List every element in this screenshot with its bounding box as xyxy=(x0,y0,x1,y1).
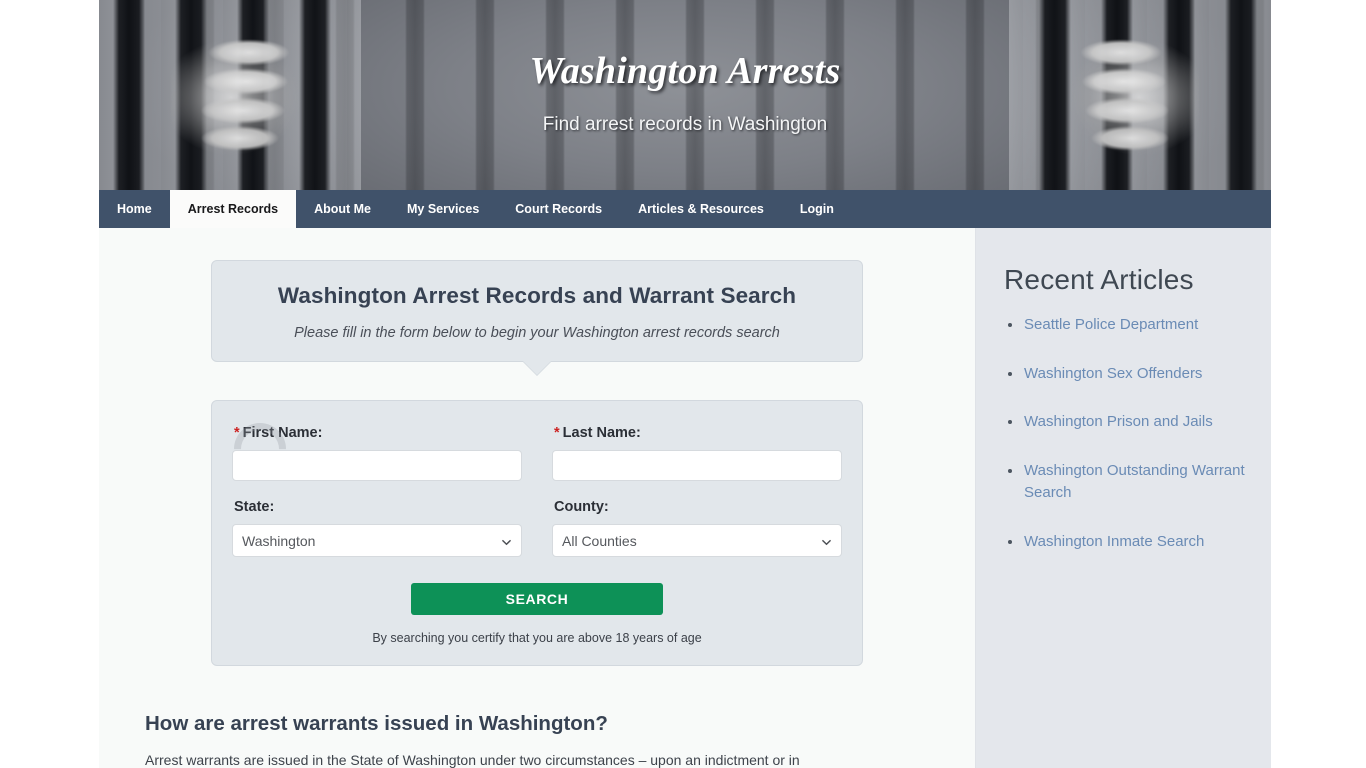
banner-text-block: Washington Arrests Find arrest records i… xyxy=(99,52,1271,136)
nav-item-about-me[interactable]: About Me xyxy=(296,190,389,228)
nav-item-articles-resources[interactable]: Articles & Resources xyxy=(620,190,782,228)
list-item: Washington Outstanding Warrant Search xyxy=(1008,460,1253,505)
list-item: Washington Inmate Search xyxy=(1008,531,1253,554)
first-name-input[interactable] xyxy=(232,450,522,481)
main-content: Washington Arrest Records and Warrant Se… xyxy=(99,228,975,768)
search-callout: Washington Arrest Records and Warrant Se… xyxy=(211,260,863,375)
nav-item-login[interactable]: Login xyxy=(782,190,852,228)
last-name-label-text: Last Name: xyxy=(562,425,641,441)
nav-item-arrest-records[interactable]: Arrest Records xyxy=(169,190,297,228)
sidebar-link-washington-inmate-search[interactable]: Washington Inmate Search xyxy=(1024,533,1204,550)
sidebar-heading: Recent Articles xyxy=(1004,264,1194,295)
state-label: State: xyxy=(234,499,275,515)
county-label: County: xyxy=(554,499,609,515)
site-title: Washington Arrests xyxy=(529,50,841,92)
last-name-label: * Last Name: xyxy=(554,425,842,441)
required-asterisk-icon: * xyxy=(554,425,560,441)
nav-item-home[interactable]: Home xyxy=(99,190,170,228)
form-field-last-name: * Last Name: xyxy=(552,419,842,481)
page-subtitle: Please fill in the form below to begin y… xyxy=(294,325,780,341)
form-field-state: State: Washington xyxy=(232,493,522,557)
recent-articles-list: Seattle Police Department Washington Sex… xyxy=(976,314,1271,553)
form-row-names: * First Name: * Last Name: xyxy=(232,419,842,481)
site-tagline: Find arrest records in Washington xyxy=(542,114,828,135)
county-select-wrapper: All Counties xyxy=(552,524,842,557)
age-disclaimer: By searching you certify that you are ab… xyxy=(372,631,702,645)
form-row-location: State: Washington County: All Counties xyxy=(232,493,842,557)
body-wrapper: Washington Arrest Records and Warrant Se… xyxy=(99,228,1271,768)
page-title: Washington Arrest Records and Warrant Se… xyxy=(277,283,797,308)
sidebar: Recent Articles Seattle Police Departmen… xyxy=(975,228,1271,768)
sidebar-link-washington-sex-offenders[interactable]: Washington Sex Offenders xyxy=(1024,365,1202,382)
sidebar-link-washington-outstanding-warrant-search[interactable]: Washington Outstanding Warrant Search xyxy=(1024,462,1245,502)
last-name-input[interactable] xyxy=(552,450,842,481)
sidebar-link-washington-prison-and-jails[interactable]: Washington Prison and Jails xyxy=(1024,413,1213,430)
search-button[interactable]: SEARCH xyxy=(411,583,663,615)
state-select[interactable]: Washington xyxy=(232,524,522,557)
site-banner: Washington Arrests Find arrest records i… xyxy=(99,0,1271,190)
list-item: Washington Sex Offenders xyxy=(1008,363,1253,386)
callout-tail-arrow xyxy=(523,361,551,375)
list-item: Washington Prison and Jails xyxy=(1008,411,1253,434)
form-field-county: County: All Counties xyxy=(552,493,842,557)
list-item: Seattle Police Department xyxy=(1008,314,1253,337)
form-field-first-name: * First Name: xyxy=(232,419,522,481)
form-row-spacer xyxy=(232,481,842,493)
nav-item-my-services[interactable]: My Services xyxy=(389,190,497,228)
article-paragraph: Arrest warrants are issued in the State … xyxy=(145,752,800,768)
main-navigation: Home Arrest Records About Me My Services… xyxy=(99,190,1271,228)
search-form-panel: * First Name: * Last Name: State: Washin… xyxy=(211,400,863,666)
first-name-label: * First Name: xyxy=(234,425,522,441)
nav-item-court-records[interactable]: Court Records xyxy=(497,190,620,228)
county-select[interactable]: All Counties xyxy=(552,524,842,557)
article-section: How are arrest warrants issued in Washin… xyxy=(145,712,929,768)
first-name-label-text: First Name: xyxy=(242,425,323,441)
required-asterisk-icon: * xyxy=(234,425,240,441)
article-heading: How are arrest warrants issued in Washin… xyxy=(145,712,608,735)
state-select-wrapper: Washington xyxy=(232,524,522,557)
sidebar-link-seattle-police-department[interactable]: Seattle Police Department xyxy=(1024,316,1198,333)
site-container: Washington Arrests Find arrest records i… xyxy=(99,0,1271,768)
page-root: Washington Arrests Find arrest records i… xyxy=(0,0,1366,768)
submit-row: SEARCH xyxy=(232,583,842,615)
